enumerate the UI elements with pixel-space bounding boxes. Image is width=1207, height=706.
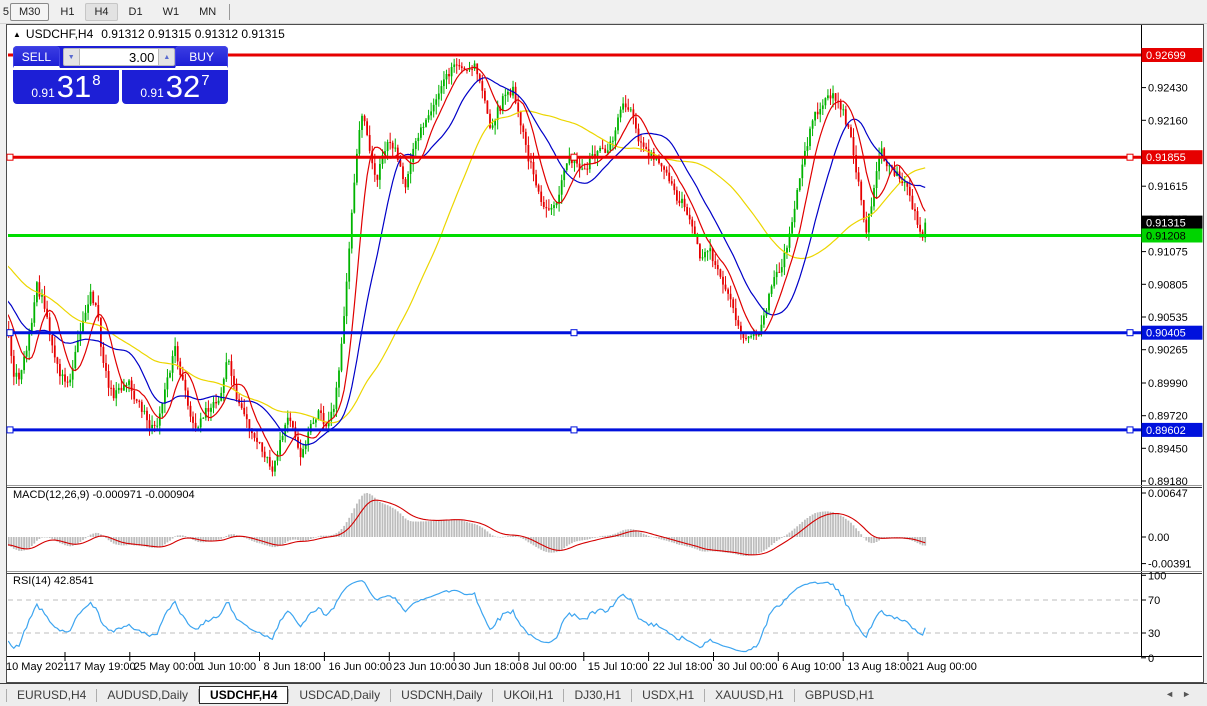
svg-text:8 Jul 00:00: 8 Jul 00:00: [523, 661, 577, 673]
sell-price-display[interactable]: 0.91 31 8: [13, 70, 119, 104]
one-click-trading-panel: SELL ▼ 3.00 ▲ BUY 0.91 31 8 0.91 32 7: [13, 46, 228, 104]
buy-button[interactable]: BUY: [175, 46, 228, 68]
trade-controls-row: SELL ▼ 3.00 ▲ BUY: [13, 46, 228, 68]
svg-text:16 Jun 00:00: 16 Jun 00:00: [328, 661, 392, 673]
svg-text:1 Jun 10:00: 1 Jun 10:00: [199, 661, 257, 673]
svg-text:23 Jun 10:00: 23 Jun 10:00: [393, 661, 457, 673]
sell-price-big: 31: [57, 71, 91, 103]
svg-text:0.91615: 0.91615: [1148, 181, 1188, 193]
svg-text:-0.00391: -0.00391: [1148, 559, 1191, 571]
main-price-plot[interactable]: [0, 55, 1141, 476]
volume-increase-button[interactable]: ▲: [158, 48, 175, 66]
buy-price-big: 32: [166, 71, 200, 103]
svg-text:0.90535: 0.90535: [1148, 312, 1188, 324]
price-axis: 0.924300.921600.916150.913450.910750.908…: [1141, 48, 1203, 665]
time-axis: 10 May 202117 May 19:0025 May 00:001 Jun…: [6, 652, 977, 673]
buy-price-pip: 7: [201, 72, 209, 89]
spin-down-icon: ▼: [68, 54, 75, 61]
svg-text:0.89720: 0.89720: [1148, 411, 1188, 423]
svg-text:0.89180: 0.89180: [1148, 476, 1188, 488]
volume-decrease-button[interactable]: ▼: [63, 48, 80, 66]
chart-symbol-label: USDCHF,H4: [26, 27, 93, 41]
panel-borders: [7, 25, 1202, 657]
svg-text:0.90805: 0.90805: [1148, 279, 1188, 291]
sell-price-pip: 8: [92, 72, 100, 89]
svg-text:30: 30: [1148, 628, 1160, 640]
svg-text:0.00: 0.00: [1148, 532, 1169, 544]
svg-text:0.91075: 0.91075: [1148, 247, 1188, 259]
svg-text:0.90265: 0.90265: [1148, 345, 1188, 357]
svg-text:6 Aug 10:00: 6 Aug 10:00: [782, 661, 841, 673]
svg-text:0.91208: 0.91208: [1146, 231, 1186, 243]
platform-window: 5 M30H1H4D1W1MN 0.924300.921600.916150.9…: [0, 0, 1207, 706]
macd-panel: [0, 493, 926, 556]
svg-text:0.90405: 0.90405: [1146, 328, 1186, 340]
svg-text:13 Aug 18:00: 13 Aug 18:00: [847, 661, 912, 673]
volume-input[interactable]: 3.00: [80, 48, 159, 66]
svg-text:10 May 2021: 10 May 2021: [6, 661, 70, 673]
svg-text:21 Aug 00:00: 21 Aug 00:00: [912, 661, 977, 673]
svg-text:0.92699: 0.92699: [1146, 50, 1186, 62]
candlesticks: [3, 58, 926, 476]
panel-collapse-icon[interactable]: ▲: [13, 30, 21, 39]
svg-text:15 Jul 10:00: 15 Jul 10:00: [588, 661, 648, 673]
svg-text:30 Jun 18:00: 30 Jun 18:00: [458, 661, 522, 673]
svg-text:30 Jul 00:00: 30 Jul 00:00: [718, 661, 778, 673]
macd-indicator-label: MACD(12,26,9) -0.000971 -0.000904: [13, 489, 195, 501]
svg-text:0.00647: 0.00647: [1148, 488, 1188, 500]
svg-text:22 Jul 18:00: 22 Jul 18:00: [653, 661, 713, 673]
svg-text:0.89602: 0.89602: [1146, 425, 1186, 437]
svg-text:8 Jun 18:00: 8 Jun 18:00: [264, 661, 322, 673]
buy-price-display[interactable]: 0.91 32 7: [122, 70, 228, 104]
svg-text:100: 100: [1148, 570, 1166, 582]
spin-up-icon: ▲: [163, 54, 170, 61]
svg-text:0: 0: [1148, 653, 1154, 665]
rsi-panel: [0, 581, 1141, 652]
moving-average-lines: [0, 67, 925, 456]
svg-text:0.91855: 0.91855: [1146, 152, 1186, 164]
svg-text:0.92160: 0.92160: [1148, 115, 1188, 127]
sell-price-base: 0.91: [31, 86, 54, 100]
svg-text:17 May 19:00: 17 May 19:00: [69, 661, 136, 673]
chart-title: ▲ USDCHF,H4 0.91312 0.91315 0.91312 0.9131…: [13, 27, 285, 41]
svg-text:0.89990: 0.89990: [1148, 378, 1188, 390]
trade-prices-row: 0.91 31 8 0.91 32 7: [13, 70, 228, 104]
svg-text:25 May 00:00: 25 May 00:00: [134, 661, 201, 673]
rsi-indicator-label: RSI(14) 42.8541: [13, 575, 94, 587]
horizontal-level-lines[interactable]: [7, 55, 1141, 433]
chart-canvas: 0.924300.921600.916150.913450.910750.908…: [0, 0, 1207, 706]
svg-text:0.92430: 0.92430: [1148, 83, 1188, 95]
svg-text:0.91315: 0.91315: [1146, 218, 1186, 230]
svg-text:70: 70: [1148, 595, 1160, 607]
sell-button[interactable]: SELL: [13, 46, 60, 68]
svg-text:0.89450: 0.89450: [1148, 443, 1188, 455]
chart-ohlc-values: 0.91312 0.91315 0.91312 0.91315: [101, 27, 285, 41]
buy-price-base: 0.91: [140, 86, 163, 100]
